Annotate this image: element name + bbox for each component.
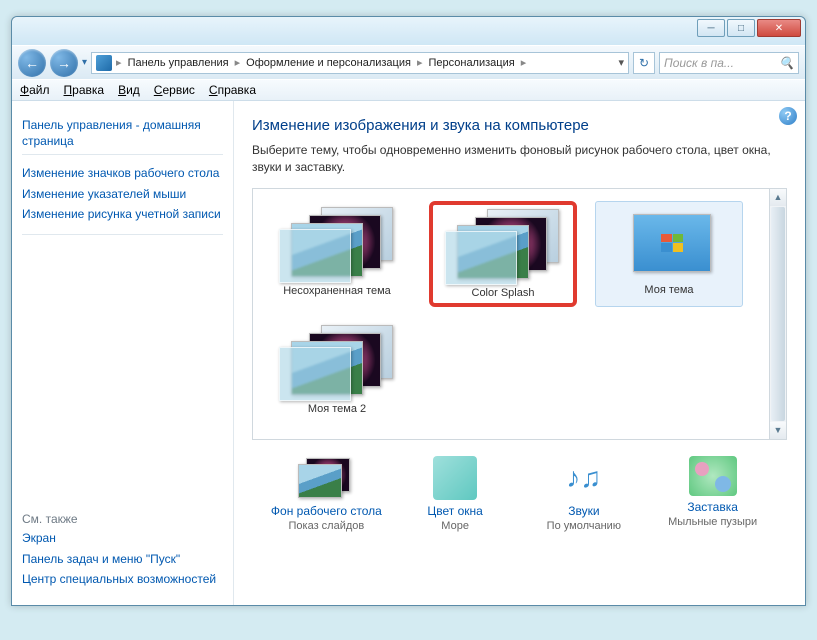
theme-item-color-splash[interactable]: Color Splash: [429, 201, 577, 307]
desktop-background-icon: [298, 456, 354, 500]
setting-link: Звуки: [568, 504, 599, 518]
control-panel-icon: [96, 55, 112, 71]
theme-thumbnail: [609, 206, 729, 278]
explorer-window: ─ □ ✕ ← → ▾ ▸ Панель управления ▸ Оформл…: [11, 16, 806, 606]
close-button[interactable]: ✕: [757, 19, 801, 37]
setting-window-color[interactable]: Цвет окна Море: [395, 456, 515, 532]
themes-scrollbar[interactable]: ▲ ▼: [769, 189, 786, 439]
sidebar-link-mouse-pointers[interactable]: Изменение указателей мыши: [22, 187, 223, 203]
setting-value: Показ слайдов: [289, 520, 365, 532]
help-icon[interactable]: ?: [779, 107, 797, 125]
navigation-bar: ← → ▾ ▸ Панель управления ▸ Оформление и…: [12, 45, 805, 79]
breadcrumb-seg-personalization[interactable]: Персонализация: [426, 57, 516, 69]
seealso-heading: См. также: [22, 512, 223, 526]
screensaver-icon: [689, 456, 737, 496]
menu-view[interactable]: Вид: [118, 83, 140, 97]
seealso-display[interactable]: Экран: [22, 531, 223, 547]
setting-value: Море: [441, 520, 469, 532]
scroll-thumb[interactable]: [771, 207, 785, 421]
scroll-down-icon[interactable]: ▼: [770, 422, 786, 439]
settings-row: Фон рабочего стола Показ слайдов Цвет ок…: [252, 456, 787, 532]
body-area: Панель управления - домашняя страница Из…: [12, 101, 805, 605]
search-icon: 🔍: [779, 56, 794, 70]
sidebar-seealso: См. также Экран Панель задач и меню "Пус…: [22, 512, 223, 593]
setting-sounds[interactable]: ♪♫ Звуки По умолчанию: [524, 456, 644, 532]
theme-item-unsaved[interactable]: Несохраненная тема: [263, 201, 411, 307]
setting-link: Фон рабочего стола: [271, 504, 382, 518]
theme-thumbnail: [277, 325, 397, 397]
sidebar-tasks: Изменение значков рабочего стола Изменен…: [22, 154, 223, 235]
theme-label: Моя тема: [600, 284, 738, 296]
menu-tools[interactable]: Сервис: [154, 83, 195, 97]
theme-grid: Несохраненная тема Color Splash Моя тема: [253, 189, 786, 433]
breadcrumb-separator-icon: ▸: [114, 56, 124, 69]
seealso-ease-of-access[interactable]: Центр специальных возможностей: [22, 572, 223, 588]
forward-button[interactable]: →: [50, 49, 78, 77]
window-color-icon: [433, 456, 477, 500]
back-button[interactable]: ←: [18, 49, 46, 77]
menu-bar: Файл Правка Вид Сервис Справка: [12, 79, 805, 101]
search-input[interactable]: Поиск в па... 🔍: [659, 52, 799, 74]
window-buttons: ─ □ ✕: [697, 19, 801, 37]
menu-edit[interactable]: Правка: [64, 83, 105, 97]
setting-desktop-background[interactable]: Фон рабочего стола Показ слайдов: [266, 456, 386, 532]
sidebar: Панель управления - домашняя страница Из…: [12, 101, 234, 605]
theme-thumbnail: [443, 209, 563, 281]
theme-label: Моя тема 2: [269, 403, 405, 415]
titlebar[interactable]: ─ □ ✕: [12, 17, 805, 45]
address-bar[interactable]: ▸ Панель управления ▸ Оформление и персо…: [91, 52, 629, 74]
setting-screensaver[interactable]: Заставка Мыльные пузыри: [653, 456, 773, 532]
page-title: Изменение изображения и звука на компьют…: [252, 117, 787, 134]
seealso-taskbar[interactable]: Панель задач и меню "Пуск": [22, 552, 223, 568]
breadcrumb-separator-icon: ▸: [233, 56, 243, 69]
search-placeholder: Поиск в па...: [664, 56, 734, 70]
setting-value: По умолчанию: [547, 520, 621, 532]
breadcrumb-separator-icon: ▸: [415, 56, 425, 69]
page-description: Выберите тему, чтобы одновременно измени…: [252, 142, 787, 176]
setting-link: Заставка: [687, 500, 738, 514]
content-pane: ? Изменение изображения и звука на компь…: [234, 101, 805, 605]
history-dropdown-icon[interactable]: ▾: [82, 57, 87, 68]
minimize-button[interactable]: ─: [697, 19, 725, 37]
breadcrumb-seg-appearance[interactable]: Оформление и персонализация: [244, 57, 413, 69]
themes-list: Несохраненная тема Color Splash Моя тема: [252, 188, 787, 440]
setting-link: Цвет окна: [427, 504, 482, 518]
menu-file[interactable]: Файл: [20, 83, 50, 97]
sidebar-link-desktop-icons[interactable]: Изменение значков рабочего стола: [22, 166, 223, 182]
theme-label: Color Splash: [437, 287, 569, 299]
setting-value: Мыльные пузыри: [668, 516, 757, 528]
theme-item-my-theme[interactable]: Моя тема: [595, 201, 743, 307]
scroll-up-icon[interactable]: ▲: [770, 189, 786, 206]
sidebar-home-link[interactable]: Панель управления - домашняя страница: [22, 118, 223, 149]
maximize-button[interactable]: □: [727, 19, 755, 37]
breadcrumb-separator-icon: ▸: [519, 56, 529, 69]
refresh-button[interactable]: ↻: [633, 52, 655, 74]
breadcrumb-seg-control-panel[interactable]: Панель управления: [126, 57, 231, 69]
theme-label: Несохраненная тема: [269, 285, 405, 297]
sounds-icon: ♪♫: [556, 456, 612, 500]
theme-thumbnail: [277, 207, 397, 279]
menu-help[interactable]: Справка: [209, 83, 256, 97]
sidebar-link-account-picture[interactable]: Изменение рисунка учетной записи: [22, 207, 223, 223]
theme-item-my-theme-2[interactable]: Моя тема 2: [263, 319, 411, 421]
address-dropdown-icon[interactable]: ▾: [618, 56, 624, 69]
